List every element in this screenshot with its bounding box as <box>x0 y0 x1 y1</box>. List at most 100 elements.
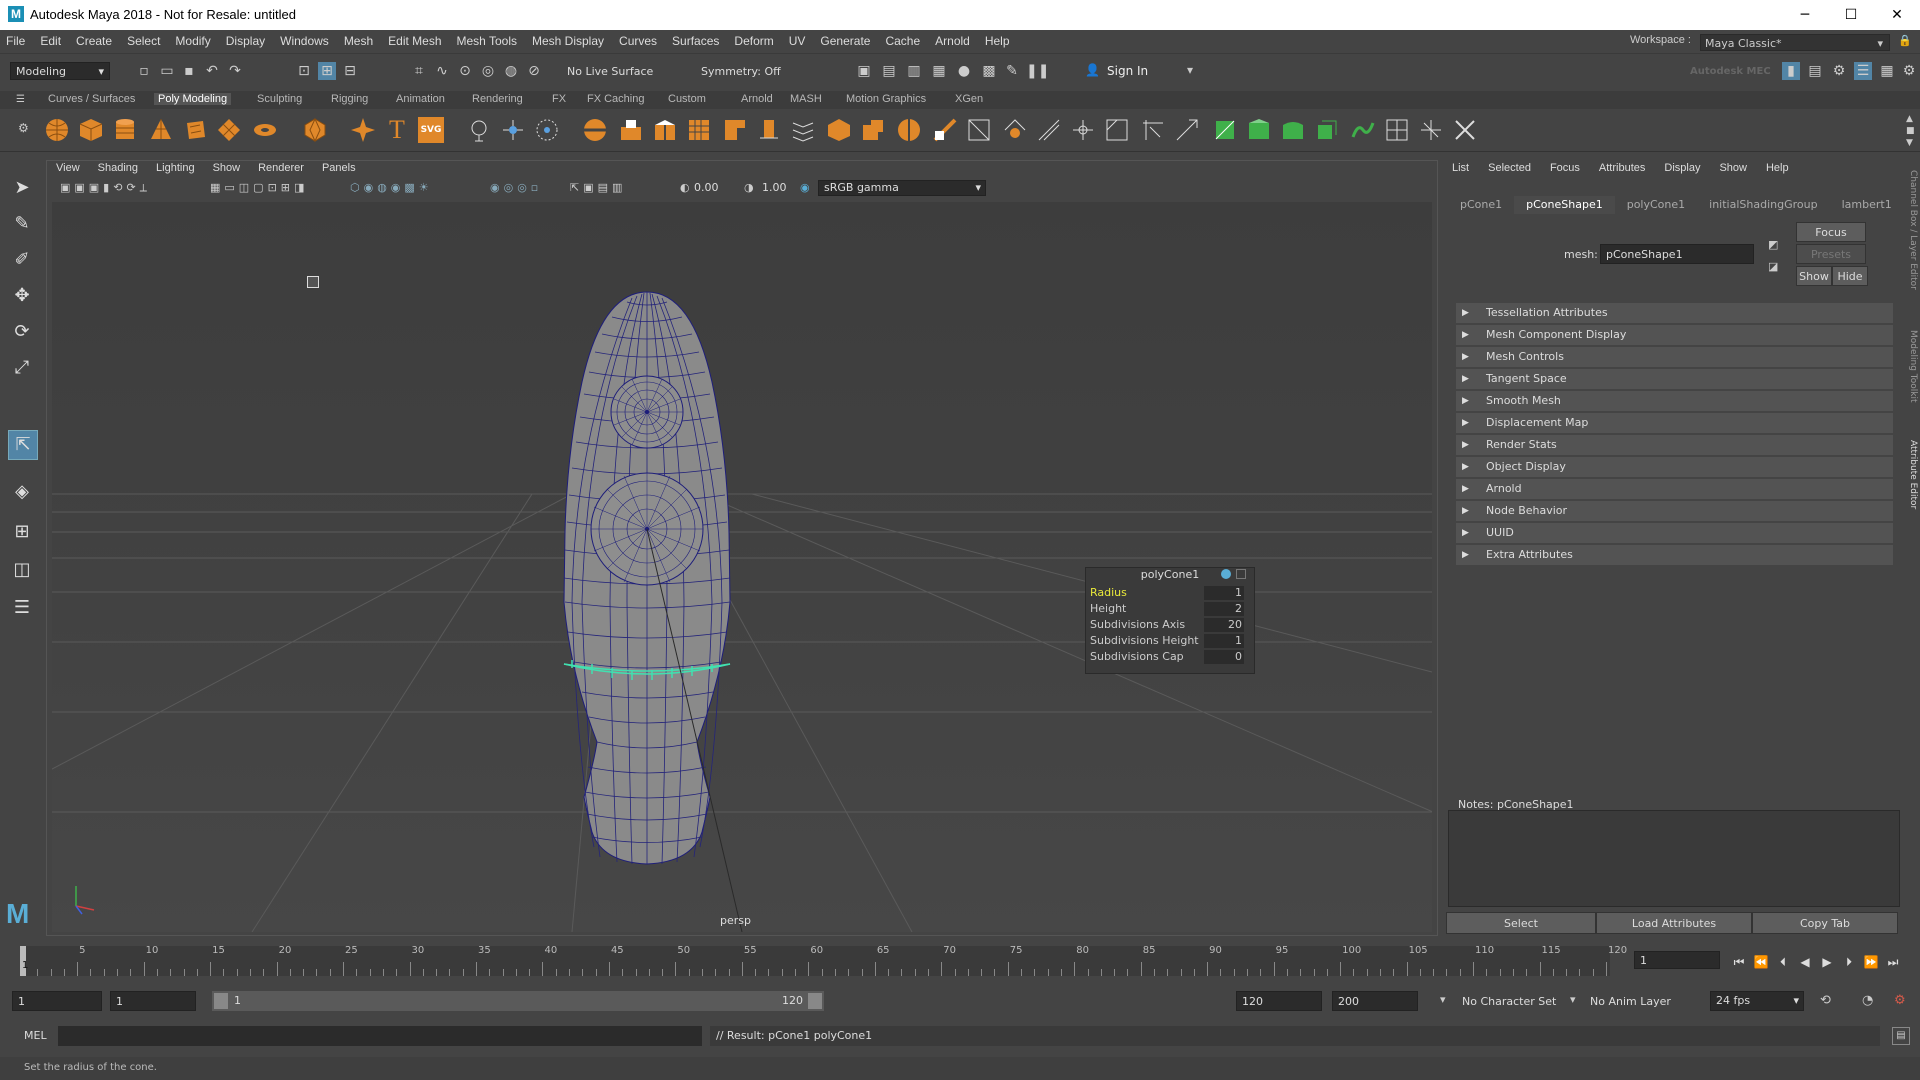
channel-box-icon[interactable]: ☰ <box>1854 62 1872 80</box>
attr-menu-show[interactable]: Show <box>1719 162 1747 174</box>
poly-cone-icon[interactable] <box>148 117 174 143</box>
attribute-value[interactable]: 2 <box>1204 602 1244 616</box>
shading-mode-icons[interactable]: ⬡◉◍◉▩☀ <box>350 181 433 194</box>
spherical-uv-icon[interactable] <box>1280 117 1306 143</box>
attr-menu-display[interactable]: Display <box>1664 162 1700 174</box>
minimize-button[interactable]: ─ <box>1782 0 1828 30</box>
play-backwards-icon[interactable]: ◀ <box>1796 953 1814 971</box>
attr-menu-focus[interactable]: Focus <box>1550 162 1580 174</box>
triangulate-icon[interactable] <box>1070 117 1096 143</box>
mode-dropdown[interactable]: Modeling ▾ <box>10 62 110 80</box>
fps-dropdown[interactable]: 24 fps ▾ <box>1710 991 1804 1011</box>
bridge-icon[interactable] <box>618 117 644 143</box>
viewport-menu-panels[interactable]: Panels <box>322 162 356 174</box>
attr-menu-attributes[interactable]: Attributes <box>1599 162 1645 174</box>
settings-icon[interactable]: ⚙ <box>1900 62 1918 80</box>
menu-edit[interactable]: Edit <box>40 34 61 48</box>
viewport-menu-renderer[interactable]: Renderer <box>258 162 304 174</box>
step-back-icon[interactable]: ⏪ <box>1752 953 1770 971</box>
tool-settings-icon[interactable]: ⚙ <box>1830 62 1848 80</box>
shelf-tab-curves-surfaces[interactable]: Curves / Surfaces <box>48 93 135 105</box>
shelf-tab-mash[interactable]: MASH <box>790 93 822 105</box>
shelf-settings-icon[interactable]: ⚙ <box>18 121 29 135</box>
extrude-icon[interactable] <box>582 117 608 143</box>
go-to-output-icon[interactable]: ◪ <box>1768 260 1778 273</box>
automatic-uv-icon[interactable] <box>1314 117 1340 143</box>
smooth-icon[interactable] <box>534 117 560 143</box>
attribute-value[interactable]: 1 <box>1204 634 1244 648</box>
snap-edge-icon[interactable]: ⊘ <box>525 62 543 80</box>
section-uuid[interactable]: ▶ UUID <box>1456 523 1893 544</box>
grid-view-icons[interactable]: ▦▭◫▢⊡⊞◨ <box>210 181 308 194</box>
attribute-value[interactable]: 20 <box>1204 618 1244 632</box>
menu-surfaces[interactable]: Surfaces <box>672 34 719 48</box>
modeling-toolkit-side-tab[interactable]: Modeling Toolkit <box>1904 330 1918 430</box>
attr-tab-pcone1[interactable]: pCone1 <box>1448 196 1514 214</box>
paint-select-tool-icon[interactable]: ✐ <box>8 246 36 274</box>
poly-disc-icon[interactable] <box>252 117 278 143</box>
menu-deform[interactable]: Deform <box>734 34 773 48</box>
attribute-editor-side-tab[interactable]: Attribute Editor <box>1904 440 1918 540</box>
load-attributes-button[interactable]: Load Attributes <box>1596 912 1752 934</box>
shelf-tab-motion-graphics[interactable]: Motion Graphics <box>846 93 926 105</box>
section-render-stats[interactable]: ▶ Render Stats <box>1456 435 1893 456</box>
lasso-tool-icon[interactable]: ✎ <box>8 210 36 238</box>
attr-tab-initialshadinggroup[interactable]: initialShadingGroup <box>1697 196 1829 214</box>
script-language-toggle[interactable]: MEL <box>24 1029 47 1042</box>
range-end-handle[interactable] <box>808 993 822 1009</box>
notes-textarea[interactable] <box>1448 810 1900 907</box>
go-to-input-icon[interactable]: ◩ <box>1768 238 1778 251</box>
lock-icon[interactable]: 🔒 <box>1898 34 1912 50</box>
attribute-editor-icon[interactable]: ▤ <box>1806 62 1824 80</box>
command-input[interactable] <box>58 1026 702 1046</box>
light-editor-icon[interactable]: ✎ <box>1003 62 1021 80</box>
render-view-icon[interactable]: ▣ <box>855 62 873 80</box>
playback-end-field[interactable]: 120 <box>1236 991 1322 1011</box>
undo-icon[interactable]: ↶ <box>203 62 221 80</box>
snap-point-icon[interactable]: ⊙ <box>456 62 474 80</box>
poly-torus-icon[interactable] <box>182 117 208 143</box>
collapse-icon[interactable] <box>826 117 852 143</box>
attribute-row[interactable]: Subdivisions Height 1 <box>1090 633 1250 649</box>
combine-icon[interactable] <box>466 117 492 143</box>
hide-button[interactable]: Hide <box>1832 266 1868 286</box>
menu-generate[interactable]: Generate <box>820 34 870 48</box>
open-scene-icon[interactable]: ▭ <box>158 62 176 80</box>
soften-edge-icon[interactable] <box>1140 117 1166 143</box>
viewport-menu-lighting[interactable]: Lighting <box>156 162 195 174</box>
attr-menu-list[interactable]: List <box>1452 162 1469 174</box>
menu-windows[interactable]: Windows <box>280 34 329 48</box>
ipr-render-icon[interactable]: ▥ <box>905 62 923 80</box>
insert-edge-loop-icon[interactable] <box>686 117 712 143</box>
rotate-tool-icon[interactable]: ⟳ <box>8 318 36 346</box>
uv-editor-icon[interactable] <box>1384 117 1410 143</box>
scene-end-field[interactable]: 200 <box>1332 991 1418 1011</box>
select-by-object-icon[interactable]: ⊞ <box>318 62 336 80</box>
script-editor-icon[interactable]: ▤ <box>1892 1027 1910 1045</box>
super-shape-icon[interactable] <box>350 117 376 143</box>
shelf-tab-sculpting[interactable]: Sculpting <box>257 93 302 105</box>
close-button[interactable]: ✕ <box>1874 0 1920 30</box>
shelf-scroll-icon[interactable]: ▲ ■ ▼ <box>1906 113 1915 149</box>
step-forward-icon[interactable]: ⏩ <box>1862 953 1880 971</box>
sew-uv-icon[interactable] <box>1418 117 1444 143</box>
poly-cylinder-icon[interactable] <box>112 117 138 143</box>
film-gate-icons[interactable]: ⇱▣▤▥ <box>570 181 626 194</box>
attribute-row[interactable]: Subdivisions Axis 20 <box>1090 617 1250 633</box>
select-button[interactable]: Select <box>1446 912 1596 934</box>
step-forward-key-icon[interactable]: ⏵ <box>1840 953 1858 971</box>
exposure-field[interactable]: 0.00 <box>694 180 738 196</box>
attr-menu-selected[interactable]: Selected <box>1488 162 1531 174</box>
boolean-icon[interactable] <box>966 117 992 143</box>
viewport-menu-view[interactable]: View <box>56 162 80 174</box>
pin-icon[interactable] <box>1221 569 1231 579</box>
play-forwards-icon[interactable]: ▶ <box>1818 953 1836 971</box>
svg-tool-icon[interactable]: SVG <box>418 117 444 143</box>
loop-icon[interactable]: ⟲ <box>1820 993 1831 1008</box>
planar-uv-icon[interactable] <box>1212 117 1238 143</box>
live-surface-label[interactable]: No Live Surface <box>567 65 653 78</box>
snap-grid-icon[interactable]: ⌗ <box>410 62 428 80</box>
single-perspective-view-icon[interactable]: ◈ <box>8 478 36 506</box>
step-back-key-icon[interactable]: ⏴ <box>1774 953 1792 971</box>
snap-curve-icon[interactable]: ∿ <box>433 62 451 80</box>
